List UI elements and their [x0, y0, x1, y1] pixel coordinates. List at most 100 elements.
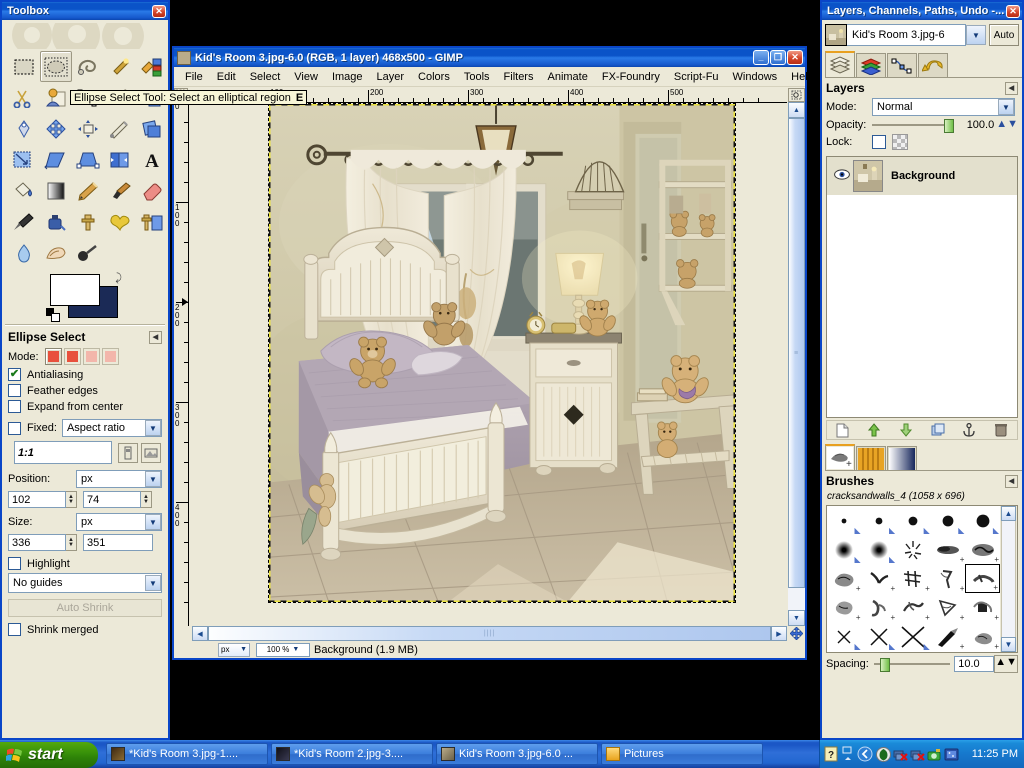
brush-spacing-value[interactable]: 10.0: [954, 656, 995, 672]
text-tool-icon[interactable]: A: [136, 144, 168, 175]
brush-cell[interactable]: ◣: [827, 506, 862, 535]
chevron-down-icon[interactable]: ▼: [966, 25, 986, 45]
new-layer-button[interactable]: [832, 421, 854, 439]
foreground-color-swatch[interactable]: [50, 274, 100, 306]
highlight-row[interactable]: Highlight: [8, 557, 162, 570]
measure-tool-icon[interactable]: [8, 113, 40, 144]
scroll-left-button[interactable]: ◀: [192, 626, 208, 641]
taskbar-item-3[interactable]: Kid's Room 3.jpg-6.0 ...: [436, 743, 598, 765]
heal-tool-icon[interactable]: [104, 206, 136, 237]
brushes-scroll-up-button[interactable]: ▲: [1001, 506, 1016, 521]
brush-cell[interactable]: +: [862, 593, 897, 622]
brush-cell[interactable]: ◣: [862, 506, 897, 535]
taskbar-item-2[interactable]: *Kid's Room 2.jpg-3....: [271, 743, 433, 765]
chevron-down-icon[interactable]: ▼: [998, 99, 1014, 115]
blend-tool-icon[interactable]: [40, 175, 72, 206]
mode-replace-button[interactable]: [44, 348, 62, 365]
shield-tray-icon[interactable]: [875, 746, 891, 762]
anchor-layer-button[interactable]: [958, 421, 980, 439]
bucket-fill-tool-icon[interactable]: [8, 175, 40, 206]
menu-filters[interactable]: Filters: [497, 69, 541, 85]
brush-cell[interactable]: +: [827, 564, 862, 593]
flip-tool-icon[interactable]: [104, 144, 136, 175]
lock-alpha-channel-icon[interactable]: [892, 134, 908, 150]
expand-from-center-checkbox[interactable]: [8, 400, 21, 413]
crop-tool-icon[interactable]: [104, 113, 136, 144]
menu-windows[interactable]: Windows: [726, 69, 785, 85]
brushes-scrollbar[interactable]: ▲ ▼: [1000, 506, 1017, 652]
raise-layer-button[interactable]: [863, 421, 885, 439]
position-y-stepper[interactable]: 74 ▲ ▼: [83, 491, 152, 508]
display-tray-icon[interactable]: [944, 747, 959, 762]
shrink-merged-row[interactable]: Shrink merged: [8, 623, 162, 636]
brush-cell[interactable]: ◣: [827, 622, 862, 651]
guides-select[interactable]: No guides ▼: [8, 573, 162, 593]
size-width-stepper[interactable]: 336 ▲ ▼: [8, 534, 77, 551]
canvas-horizontal-scrollbar[interactable]: ◀ |||| ▶: [192, 626, 787, 641]
pencil-tool-icon[interactable]: [72, 175, 104, 206]
unit-selector[interactable]: px ▼: [218, 642, 250, 657]
alignment-tool-icon[interactable]: [72, 113, 104, 144]
vertical-ruler[interactable]: 0 100 200 300 400: [174, 102, 189, 626]
image-selector-value[interactable]: Kid's Room 3.jpg-6: [847, 24, 966, 46]
highlight-checkbox[interactable]: [8, 557, 21, 570]
position-x-stepper[interactable]: 102 ▲ ▼: [8, 491, 77, 508]
menu-script-fu[interactable]: Script-Fu: [667, 69, 726, 85]
layer-visibility-eye-icon[interactable]: [831, 169, 853, 183]
airbrush-tool-icon[interactable]: [8, 206, 40, 237]
brush-cell[interactable]: ◣: [896, 622, 931, 651]
brush-cell[interactable]: +: [965, 622, 1000, 651]
perspective-tool-icon[interactable]: [72, 144, 104, 175]
ink-tool-icon[interactable]: [40, 206, 72, 237]
chevron-down-icon[interactable]: ▼: [145, 514, 161, 530]
dock-close-button[interactable]: ✕: [1006, 4, 1020, 18]
tab-patterns[interactable]: [856, 446, 886, 470]
menu-animate[interactable]: Animate: [540, 69, 594, 85]
antialiasing-row[interactable]: Antialiasing: [8, 368, 162, 381]
image-window-minimize-button[interactable]: _: [753, 50, 769, 65]
vertical-scroll-thumb[interactable]: ≡: [788, 118, 805, 588]
mode-subtract-button[interactable]: [82, 348, 100, 365]
eraser-tool-icon[interactable]: [136, 175, 168, 206]
tab-brushes[interactable]: +: [825, 444, 855, 470]
network-disconnected-tray-icon[interactable]: [893, 747, 908, 762]
chevron-down-icon[interactable]: ▼: [145, 471, 161, 487]
brush-spacing-slider[interactable]: [874, 658, 951, 672]
foreground-select-tool-icon[interactable]: [40, 82, 72, 113]
brush-cell[interactable]: ◣: [896, 506, 931, 535]
webcam-tray-icon[interactable]: [927, 747, 942, 762]
canvas-vertical-scrollbar[interactable]: ▲ ≡ ▼: [788, 102, 805, 626]
brush-cell[interactable]: +: [965, 593, 1000, 622]
scroll-right-button[interactable]: ▶: [771, 626, 787, 641]
brush-cell[interactable]: ◣: [931, 506, 966, 535]
clone-tool-icon[interactable]: [72, 206, 104, 237]
size-width-input[interactable]: 336: [8, 534, 66, 551]
tool-options-collapse-icon[interactable]: ◀: [149, 330, 162, 344]
layers-list[interactable]: Background: [826, 156, 1018, 418]
chevron-down-icon[interactable]: ▼: [292, 646, 299, 653]
lock-alpha-checkbox[interactable]: [872, 135, 886, 149]
auto-follow-button[interactable]: Auto: [989, 24, 1019, 46]
brush-spacing-spin-buttons[interactable]: ▲▼: [994, 655, 1018, 673]
start-button[interactable]: start: [0, 741, 98, 768]
navigation-preview-button[interactable]: [788, 88, 805, 102]
layer-item-background[interactable]: Background: [827, 157, 1017, 195]
move-tool-icon[interactable]: [40, 113, 72, 144]
image-window-close-button[interactable]: ✕: [787, 50, 803, 65]
brush-cell[interactable]: +: [931, 593, 966, 622]
scroll-up-button[interactable]: ▲: [788, 102, 805, 118]
chevron-down-icon[interactable]: ▼: [145, 575, 161, 591]
network-disconnected-tray-icon-2[interactable]: [910, 747, 925, 762]
brush-cell[interactable]: ◣: [862, 535, 897, 564]
brush-cell[interactable]: ◣: [965, 506, 1000, 535]
rect-select-tool-icon[interactable]: [8, 51, 40, 82]
image-window-titlebar[interactable]: Kid's Room 3.jpg-6.0 (RGB, 1 layer) 468x…: [174, 48, 805, 67]
duplicate-layer-button[interactable]: [927, 421, 949, 439]
brush-cell[interactable]: ◣: [827, 535, 862, 564]
aspect-ratio-input[interactable]: 1:1: [14, 441, 112, 464]
toolbox-close-button[interactable]: ✕: [152, 4, 166, 18]
landscape-orientation-button[interactable]: [141, 442, 161, 463]
dodge-burn-tool-icon[interactable]: [72, 237, 104, 268]
position-unit-select[interactable]: px ▼: [76, 470, 162, 488]
horizontal-scroll-thumb[interactable]: ||||: [208, 626, 771, 641]
